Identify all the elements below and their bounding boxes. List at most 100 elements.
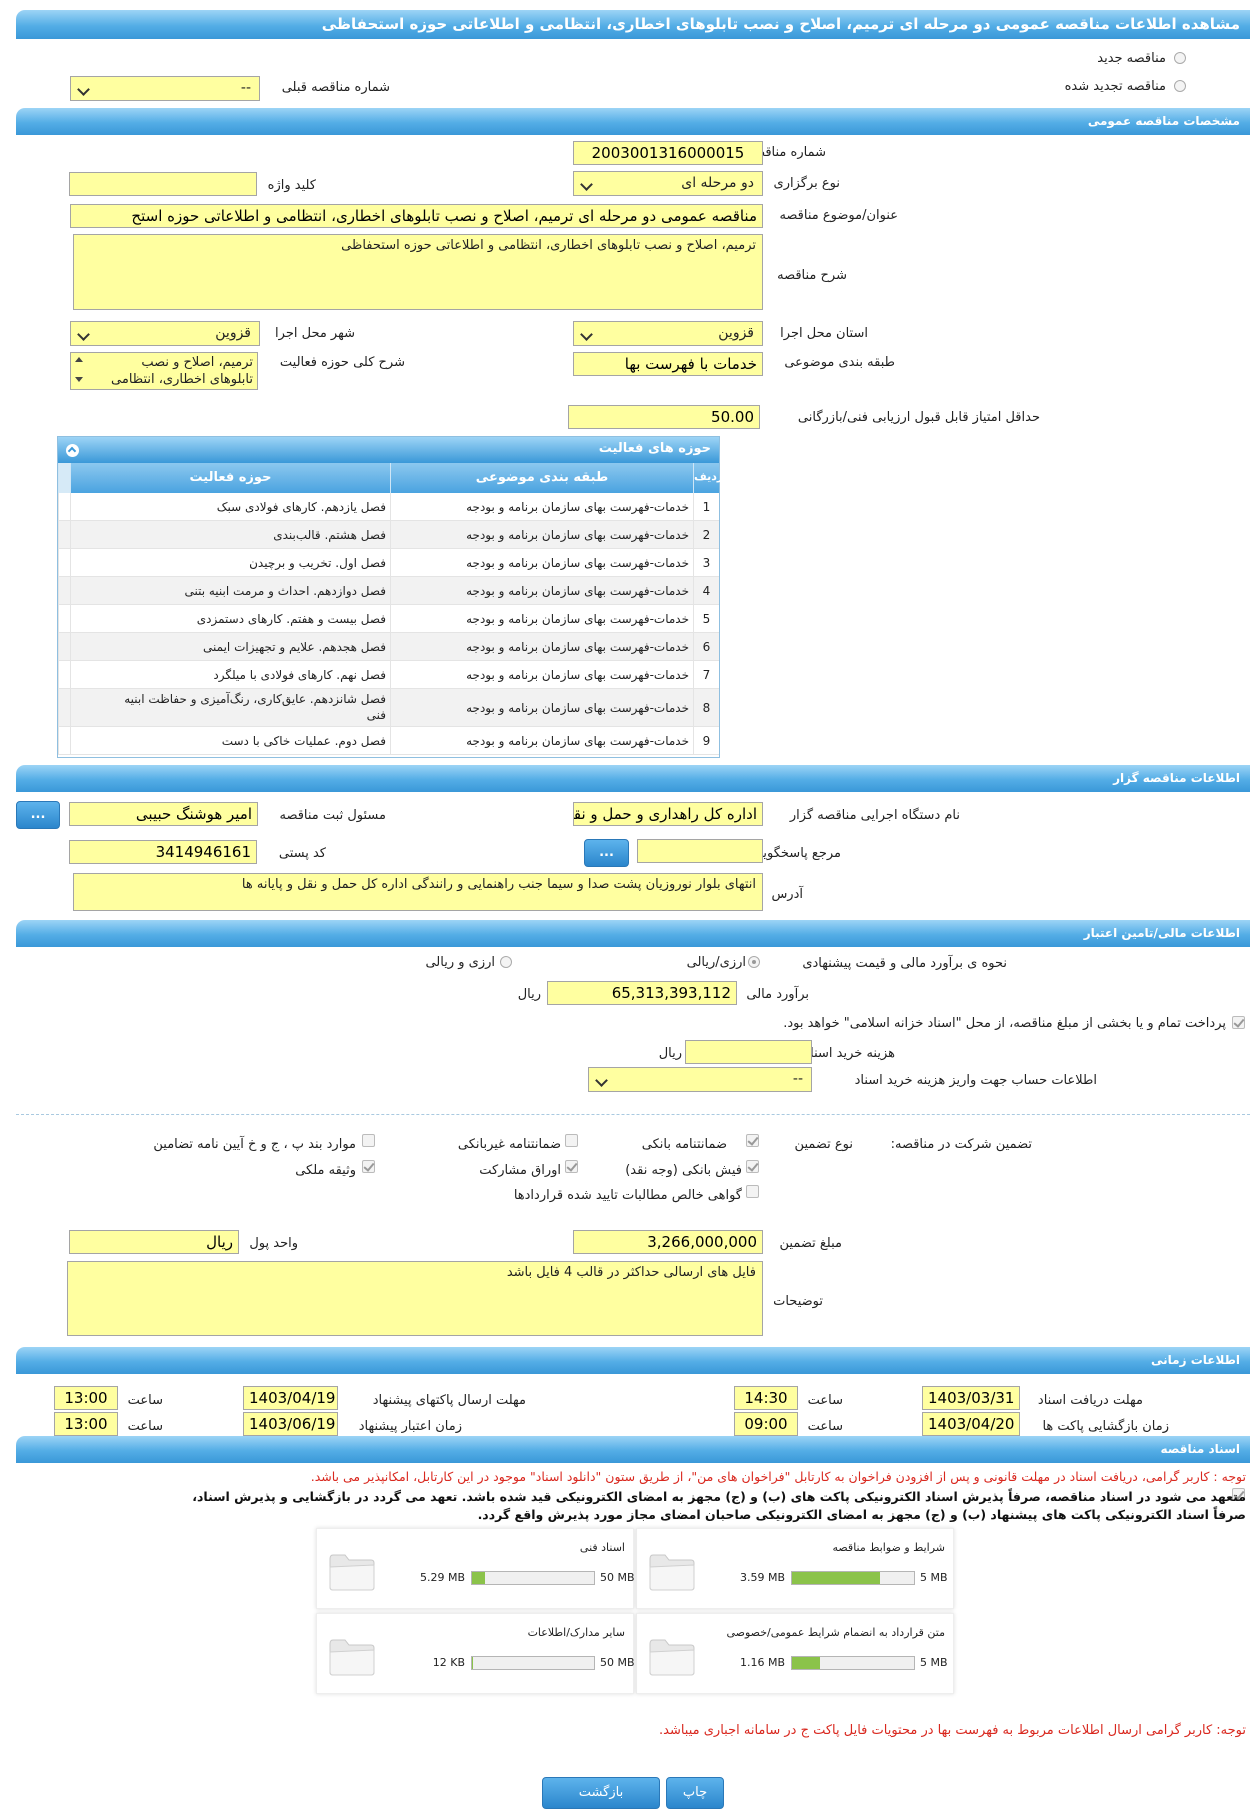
- table-row[interactable]: فصل شانزدهم. عایق‌کاری، رنگ‌آمیزی و حفاظ…: [58, 689, 719, 727]
- send-date[interactable]: 1403/04/19: [243, 1386, 338, 1410]
- nonbank-guarantee-checkbox[interactable]: [565, 1134, 578, 1147]
- row-category: خدمات-فهرست بهای سازمان برنامه و بودجه: [390, 661, 693, 689]
- grid-header-field[interactable]: حوزه فعالیت: [70, 463, 390, 493]
- grid-header-row[interactable]: ردیف: [693, 463, 723, 493]
- reference-more-button[interactable]: ...: [584, 839, 629, 867]
- keyword-field[interactable]: [69, 172, 257, 196]
- activity-textarea[interactable]: ترمیم، اصلاح و نصب تابلوهای اخطاری، انتظ…: [70, 352, 258, 390]
- table-row[interactable]: فصل دوازدهم. احداث و مرمت ابنیه بتنی خدما…: [58, 577, 719, 605]
- min-score-field[interactable]: 50.00: [568, 405, 760, 429]
- size-progress-bar: [471, 1571, 595, 1585]
- row-category: خدمات-فهرست بهای سازمان برنامه و بودجه: [390, 549, 693, 577]
- treasury-checkbox[interactable]: [1232, 1016, 1245, 1029]
- table-row[interactable]: فصل دوم. عملیات خاکی با دست خدمات-فهرست ب…: [58, 727, 719, 755]
- table-row[interactable]: فصل اول. تخریب و برچیدن خدمات-فهرست بهای …: [58, 549, 719, 577]
- file-size: 3.59 MB: [739, 1571, 785, 1584]
- row-number: 1: [693, 493, 719, 521]
- postal-field[interactable]: 3414946161: [69, 840, 257, 864]
- organizer-section-title: اطلاعات مناقصه گزار: [1113, 771, 1240, 785]
- responsible-field[interactable]: امیر هوشنگ حبیبی: [69, 802, 258, 826]
- city-select[interactable]: قزوین: [70, 321, 260, 346]
- renewed-tender-radio[interactable]: [1174, 80, 1186, 92]
- open-time[interactable]: 09:00: [734, 1412, 798, 1436]
- table-row[interactable]: فصل هجدهم. علایم و تجهیزات ایمنی خدمات-فه…: [58, 633, 719, 661]
- bank-receipt-checkbox[interactable]: [746, 1160, 759, 1173]
- currency-field[interactable]: ریال: [69, 1230, 239, 1254]
- guarantee-type-label: نوع تضمین: [794, 1137, 853, 1152]
- amount-field[interactable]: 3,266,000,000: [573, 1230, 763, 1254]
- validity-time[interactable]: 13:00: [54, 1412, 118, 1436]
- chevron-down-icon: [580, 328, 593, 341]
- subject-field[interactable]: مناقصه عمومی دو مرحله ای ترمیم، اصلاح و …: [70, 204, 763, 228]
- method-radio-2[interactable]: [500, 956, 512, 968]
- clause-items-checkbox[interactable]: [362, 1134, 375, 1147]
- notes-label: توضیحات: [773, 1294, 823, 1309]
- row-spacer: [58, 521, 70, 549]
- row-spacer: [58, 633, 70, 661]
- address-textarea[interactable]: انتهای بلوار نوروزیان پشت صدا و سیما جنب…: [73, 873, 763, 911]
- desc-textarea[interactable]: ترمیم، اصلاح و نصب تابلوهای اخطاری، انتظ…: [73, 234, 763, 310]
- row-number: 9: [693, 727, 719, 755]
- scroll-up-icon[interactable]: [75, 357, 83, 362]
- document-card[interactable]: اسناد فنی 50 MB 5.29 MB: [316, 1528, 635, 1609]
- send-time[interactable]: 13:00: [54, 1386, 118, 1410]
- certificate-checkbox[interactable]: [746, 1185, 759, 1198]
- bonds-label: اوراق مشارکت: [479, 1163, 561, 1178]
- bonds-checkbox[interactable]: [565, 1160, 578, 1173]
- doc-receive-time[interactable]: 14:30: [734, 1386, 798, 1410]
- prev-number-select[interactable]: --: [70, 76, 260, 101]
- row-field: فصل هشتم. قالب‌بندی: [70, 521, 390, 549]
- open-date[interactable]: 1403/04/20: [922, 1412, 1020, 1436]
- category-field[interactable]: خدمات با فهرست بها: [573, 352, 763, 376]
- province-label: استان محل اجرا: [780, 326, 868, 341]
- bank-guarantee-checkbox[interactable]: [746, 1134, 759, 1147]
- method-radio-1[interactable]: [748, 956, 760, 968]
- folder-icon: [649, 1554, 695, 1591]
- max-size: 50 MB: [600, 1571, 635, 1584]
- timing-section-header: اطلاعات زمانی: [16, 1347, 1250, 1374]
- back-button[interactable]: بازگشت: [542, 1777, 660, 1809]
- document-card[interactable]: سایر مدارک/اطلاعات 50 MB 12 KB: [316, 1613, 635, 1694]
- row-number: 5: [693, 605, 719, 633]
- province-select[interactable]: قزوین: [573, 321, 763, 346]
- collapse-icon[interactable]: [66, 444, 79, 457]
- org-label: نام دستگاه اجرایی مناقصه گزار: [789, 808, 960, 823]
- document-card[interactable]: شرایط و ضوابط مناقصه 5 MB 3.59 MB: [636, 1528, 954, 1609]
- document-card[interactable]: متن قرارداد به انضمام شرایط عمومی/خصوصی 5…: [636, 1613, 954, 1694]
- account-select[interactable]: --: [588, 1067, 812, 1092]
- print-button[interactable]: چاپ: [666, 1777, 724, 1809]
- scroll-down-icon[interactable]: [75, 377, 83, 382]
- reference-label: مرجع پاسخگویی: [752, 846, 841, 861]
- table-row[interactable]: فصل هشتم. قالب‌بندی خدمات-فهرست بهای سازم…: [58, 521, 719, 549]
- reference-field[interactable]: [637, 839, 763, 863]
- notes-textarea[interactable]: فایل های ارسالی حداکثر در قالب 4 فایل با…: [67, 1261, 763, 1336]
- subject-label: عنوان/موضوع مناقصه: [779, 208, 898, 223]
- docs-notice: توجه : کاربر گرامی، دریافت اسناد در مهلت…: [310, 1469, 1246, 1484]
- row-category: خدمات-فهرست بهای سازمان برنامه و بودجه: [390, 493, 693, 521]
- responsible-more-button[interactable]: ...: [16, 801, 60, 829]
- doc-receive-date[interactable]: 1403/03/31: [922, 1386, 1020, 1410]
- row-category: خدمات-فهرست بهای سازمان برنامه و بودجه: [390, 689, 693, 727]
- grid-title: حوزه های فعالیت: [598, 441, 711, 456]
- table-row[interactable]: فصل نهم. کارهای فولادی با میلگرد خدمات-فه…: [58, 661, 719, 689]
- new-tender-radio[interactable]: [1174, 52, 1186, 64]
- property-checkbox[interactable]: [362, 1160, 375, 1173]
- page-title: مشاهده اطلاعات مناقصه عمومی دو مرحله ای …: [321, 15, 1240, 33]
- type-select[interactable]: دو مرحله ای: [573, 171, 763, 196]
- table-row[interactable]: فصل یازدهم. کارهای فولادی سبک خدمات-فهرست…: [58, 493, 719, 521]
- estimate-field[interactable]: 65,313,393,112: [547, 981, 737, 1005]
- docs-section-header: اسناد مناقصه: [16, 1436, 1250, 1463]
- tender-number-field[interactable]: 2003001316000015: [573, 141, 763, 165]
- general-section-header: مشخصات مناقصه عمومی: [16, 108, 1250, 135]
- type-label: نوع برگزاری: [773, 176, 840, 191]
- category-label: طبقه بندی موضوعی: [784, 355, 895, 370]
- prev-number-value: --: [240, 80, 251, 96]
- grid-header-category[interactable]: طبقه بندی موضوعی: [390, 463, 693, 493]
- validity-date[interactable]: 1403/06/19: [243, 1412, 338, 1436]
- commit-line-2: صرفاً اسناد الکترونیکی پاکت های پیشنهاد …: [477, 1507, 1246, 1522]
- org-field[interactable]: اداره کل راهداری و حمل و نقل: [573, 802, 763, 826]
- open-label: زمان بازگشایی پاکت ها: [1042, 1419, 1169, 1434]
- doc-fee-field[interactable]: [685, 1040, 812, 1064]
- table-row[interactable]: فصل بیست و هفتم. کارهای دستمزدی خدمات-فهر…: [58, 605, 719, 633]
- treasury-text: پرداخت تمام و یا بخشی از مبلغ مناقصه، از…: [783, 1016, 1226, 1031]
